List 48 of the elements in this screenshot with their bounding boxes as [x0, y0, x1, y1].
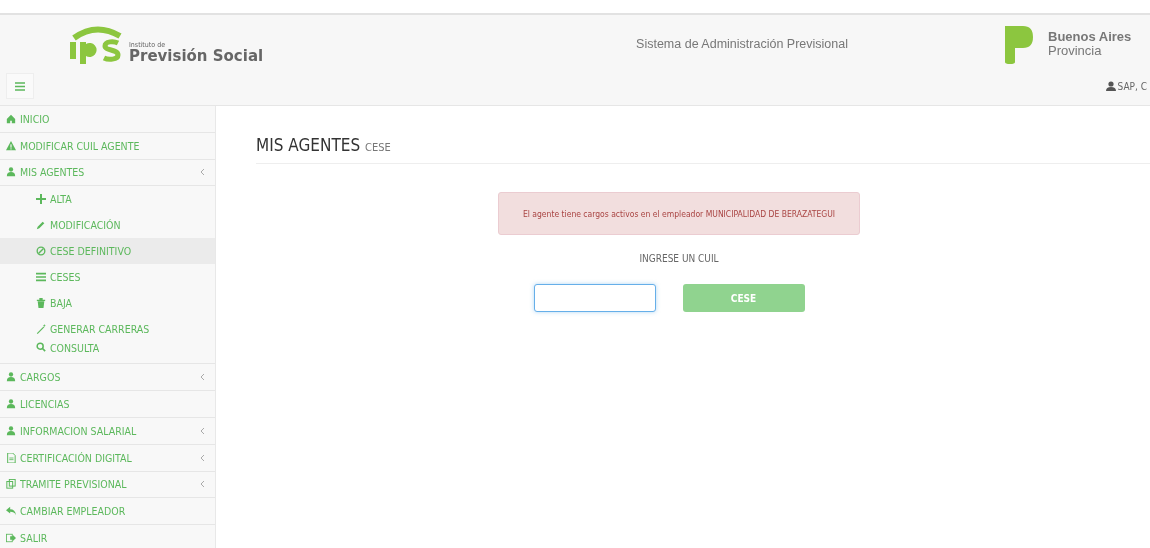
- cuil-input[interactable]: [533, 284, 656, 312]
- plus-icon: [36, 194, 46, 205]
- home-icon: [6, 113, 16, 124]
- sign-out-icon: [6, 533, 16, 544]
- sidebar-item[interactable]: CARGOS: [0, 364, 215, 392]
- pencil-icon: [36, 220, 46, 231]
- reply-icon: [6, 506, 16, 517]
- cuil-label: INGRESE UN CUIL: [639, 253, 719, 264]
- province-name: Buenos Aires: [1048, 30, 1132, 44]
- sidebar-item[interactable]: SALIR: [0, 525, 215, 548]
- sidebar-subitem[interactable]: BAJA: [0, 290, 215, 317]
- province-subtitle: Provincia: [1048, 44, 1103, 58]
- copy-icon: [6, 479, 16, 490]
- list-icon: [36, 272, 46, 283]
- sidebar-subitem[interactable]: CESE DEFINITIVO: [0, 238, 215, 265]
- page-subtitle: CESE: [365, 141, 391, 154]
- user-name[interactable]: SAP, C: [1117, 80, 1147, 92]
- ban-icon: [36, 246, 46, 257]
- sidebar-subitem[interactable]: CESES: [0, 264, 215, 291]
- sidebar-item[interactable]: LICENCIAS: [0, 391, 215, 418]
- error-alert: El agente tiene cargos activos en el empleador MUNICIPALIDAD DE BERAZATEGUI: [498, 192, 860, 235]
- province-logo-icon: [1002, 24, 1036, 64]
- menu-icon: [15, 81, 25, 91]
- document-icon: [6, 452, 16, 463]
- sidebar-item[interactable]: INICIO: [0, 106, 215, 133]
- search-icon: [36, 342, 46, 353]
- menu-button[interactable]: [6, 73, 34, 99]
- user-icon: [6, 372, 16, 383]
- system-title: Sistema de Administración Previsional: [635, 37, 849, 51]
- sidebar-item[interactable]: TRAMITE PREVISIONAL: [0, 471, 215, 499]
- sidebar-subitem[interactable]: CONSULTA: [0, 342, 215, 365]
- sidebar-subitem[interactable]: ALTA: [0, 186, 215, 213]
- sidebar-item[interactable]: CERTIFICACIÓN DIGITAL: [0, 444, 215, 472]
- user-icon: [1105, 81, 1116, 91]
- sidebar-item[interactable]: INFORMACION SALARIAL: [0, 418, 215, 445]
- sidebar-item[interactable]: MIS AGENTES: [0, 159, 215, 187]
- sidebar-subitem[interactable]: GENERAR CARRERAS: [0, 316, 215, 343]
- page-title: MIS AGENTES: [256, 135, 361, 155]
- sidebar-item[interactable]: CAMBIAR EMPLEADOR: [0, 498, 215, 526]
- wand-icon: [36, 324, 46, 335]
- user-icon: [6, 425, 16, 436]
- sidebar-item[interactable]: MODIFICAR CUIL AGENTE: [0, 132, 215, 160]
- logo-title: Previsión Social: [129, 49, 264, 64]
- trash-icon: [36, 298, 46, 309]
- warning-icon: [6, 140, 16, 151]
- user-icon: [6, 167, 16, 178]
- user-icon: [6, 399, 16, 410]
- sidebar-subitem[interactable]: MODIFICACIÓN: [0, 212, 215, 239]
